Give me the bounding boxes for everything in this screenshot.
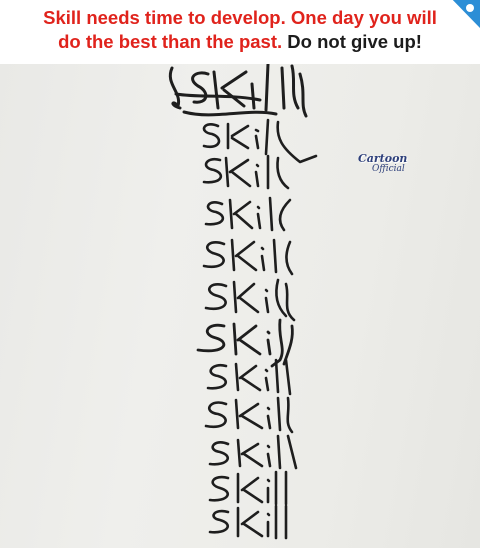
skill-attempt-12 (208, 504, 288, 540)
skill-attempt-2 (202, 118, 318, 164)
skill-attempt-10 (208, 434, 298, 470)
caption-line-1-text: Skill needs time to develop. One day you… (43, 7, 437, 28)
caption-line-2-dark-text: Do not give up! (287, 31, 422, 52)
skill-attempt-8 (206, 358, 292, 396)
caption-line-1: Skill needs time to develop. One day you… (0, 6, 480, 30)
caption-line-2: do the best than the past. Do not give u… (0, 30, 480, 54)
skill-attempt-6 (204, 278, 296, 322)
skill-attempt-4 (204, 196, 292, 232)
handwriting-drawing (168, 64, 318, 540)
skill-attempt-9 (204, 396, 294, 434)
skill-attempt-1 (168, 64, 308, 118)
skill-attempt-11 (208, 470, 288, 506)
caption-line-2-red-text: do the best than the past. (58, 31, 283, 52)
skill-attempt-5 (202, 238, 294, 276)
wall-photo: Cartoon Official (0, 64, 480, 548)
caption: Skill needs time to develop. One day you… (0, 0, 480, 64)
watermark-bottom: Official (372, 164, 405, 174)
skill-attempt-7 (196, 318, 294, 368)
watermark-logo: Cartoon Official (350, 152, 416, 178)
skill-attempt-3 (202, 154, 290, 190)
